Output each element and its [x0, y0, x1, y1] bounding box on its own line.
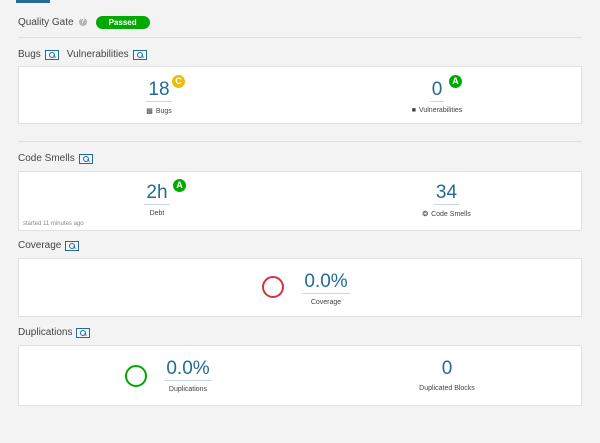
- code-smells-section-title: Code Smells: [18, 153, 75, 164]
- bugs-rating-badge[interactable]: C: [172, 75, 185, 88]
- bugs-vulns-header: Bugs Vulnerabilities: [18, 49, 147, 60]
- quality-gate-status-badge: Passed: [95, 15, 150, 29]
- code-smells-caption: ❂ Code Smells: [422, 211, 471, 218]
- quality-gate-label: Quality Gate: [18, 16, 74, 28]
- code-smells-header: Code Smells: [18, 153, 93, 164]
- lock-icon: ■: [411, 107, 416, 114]
- duplicated-blocks-value[interactable]: 0: [440, 358, 455, 380]
- vulnerabilities-value[interactable]: 0: [429, 79, 445, 102]
- bugs-value[interactable]: 18: [146, 79, 172, 102]
- smell-icon: ❂: [422, 211, 429, 218]
- quality-gate-row: Quality Gate ? Passed: [18, 14, 150, 30]
- analysis-started-text: started 11 minutes ago: [23, 221, 84, 227]
- bugs-caption: ▩ Bugs: [146, 108, 172, 115]
- coverage-value[interactable]: 0.0%: [302, 271, 350, 294]
- bugs-section-title: Bugs: [18, 49, 41, 60]
- vulnerabilities-caption: ■ Vulnerabilities: [411, 107, 463, 114]
- duplicated-blocks-caption: Duplicated Blocks: [419, 385, 475, 392]
- coverage-caption: Coverage: [310, 299, 342, 306]
- bugs-chart-icon[interactable]: [44, 49, 59, 60]
- code-smells-value[interactable]: 34: [433, 182, 460, 205]
- duplications-card: 0.0% Duplications 0 Duplicated Blocks: [18, 345, 582, 406]
- vulnerabilities-section-title: Vulnerabilities: [66, 49, 129, 60]
- coverage-header: Coverage: [18, 240, 80, 251]
- duplications-header: Duplications: [18, 327, 91, 338]
- debt-value[interactable]: 2h: [144, 182, 170, 205]
- code-smells-metric[interactable]: 34 ❂ Code Smells: [399, 182, 494, 218]
- duplications-metric[interactable]: 0.0% Duplications: [153, 358, 223, 393]
- code-smells-card: 2h Debt A 34 ❂ Code Smells started 11 min…: [18, 171, 582, 231]
- coverage-chart-icon[interactable]: [65, 240, 80, 251]
- coverage-ring-icon: [262, 276, 284, 298]
- duplications-value[interactable]: 0.0%: [164, 358, 212, 381]
- duplicated-blocks-metric[interactable]: 0 Duplicated Blocks: [397, 358, 497, 392]
- coverage-metric[interactable]: 0.0% Coverage: [291, 271, 361, 306]
- help-icon[interactable]: ?: [78, 18, 87, 26]
- coverage-card: 0.0% Coverage: [18, 258, 582, 317]
- code-smells-chart-icon[interactable]: [78, 153, 93, 164]
- duplications-section-title: Duplications: [18, 327, 73, 338]
- debt-caption: Debt: [149, 210, 165, 217]
- coverage-section-title: Coverage: [18, 240, 62, 251]
- duplications-caption: Duplications: [168, 386, 208, 393]
- divider: [18, 37, 582, 38]
- debt-rating-badge[interactable]: A: [173, 179, 186, 192]
- bug-icon: ▩: [146, 108, 153, 115]
- vulnerabilities-chart-icon[interactable]: [132, 49, 147, 60]
- duplications-chart-icon[interactable]: [76, 327, 91, 338]
- bugs-vulns-card: 18 ▩ Bugs C 0 ■ Vulnerabilities A: [18, 66, 582, 124]
- active-tab-indicator: [16, 0, 50, 3]
- divider: [18, 141, 582, 142]
- vulnerabilities-rating-badge[interactable]: A: [449, 75, 462, 88]
- duplications-ring-icon: [125, 365, 147, 387]
